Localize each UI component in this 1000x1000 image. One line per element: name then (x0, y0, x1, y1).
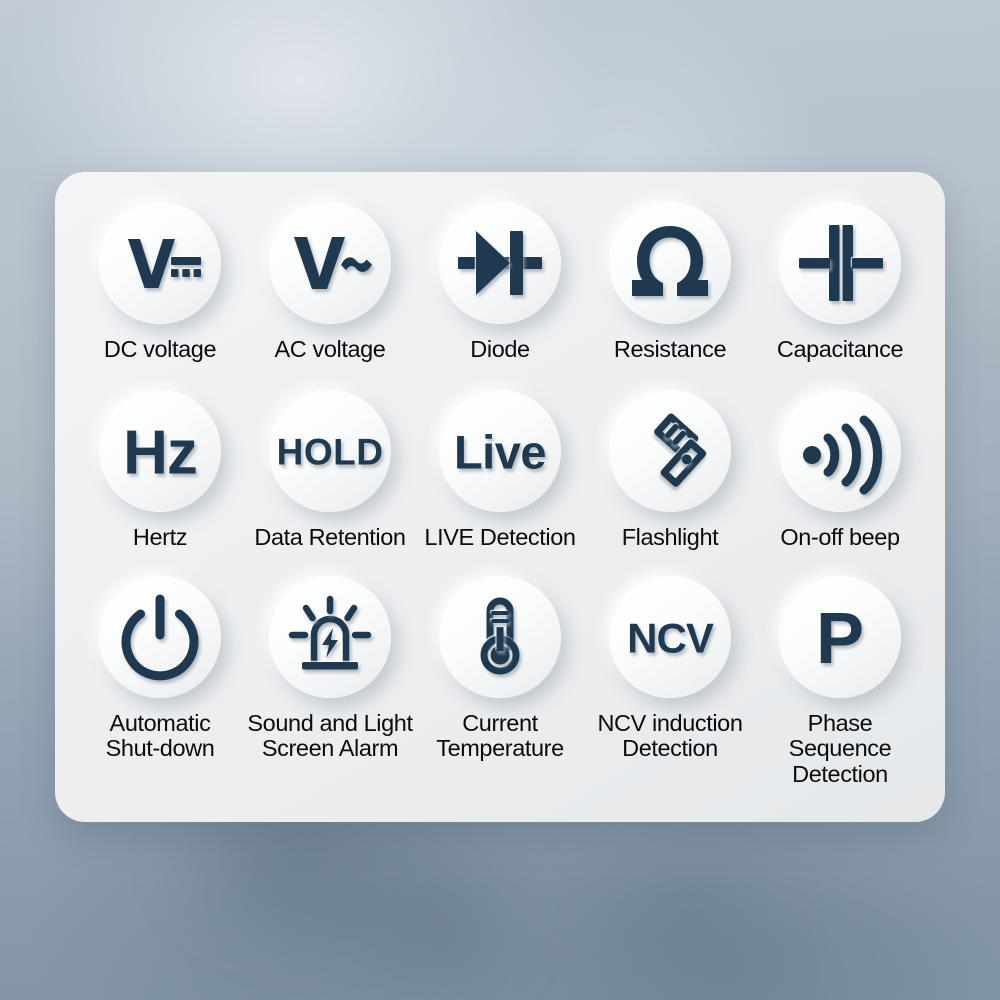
resistance-icon (632, 226, 708, 296)
svg-text:Hz: Hz (123, 419, 197, 488)
feature-sound-light-alarm[interactable]: Sound and Light Screen Alarm (245, 576, 415, 761)
dc-voltage-icon-disc[interactable] (99, 202, 221, 324)
alarm-siren-icon-disc[interactable] (269, 576, 391, 699)
feature-label: Phase Sequence Detection (788, 710, 892, 787)
diode-icon (458, 231, 542, 295)
phase-icon: P (816, 599, 864, 679)
feature-label: Sound and Light Screen Alarm (247, 710, 413, 762)
flashlight-icon-disc[interactable] (609, 390, 731, 513)
feature-automatic-shutdown[interactable]: Automatic Shut-down (75, 576, 245, 761)
phase-icon-disc[interactable]: P (779, 576, 901, 699)
power-icon (121, 594, 199, 681)
feature-row: Hz Hertz HOLD Data Retention Live LIVE D… (75, 390, 925, 550)
ac-voltage-icon (294, 237, 372, 289)
sound-wave-icon-disc[interactable] (779, 390, 901, 513)
ac-voltage-icon-disc[interactable] (269, 202, 391, 324)
feature-row: DC voltage AC voltage Diode Resistance C… (75, 202, 925, 362)
feature-ncv-induction[interactable]: NCV NCV induction Detection (585, 576, 755, 761)
feature-row: Automatic Shut-down Sound and Light Scre… (75, 576, 925, 786)
power-icon-disc[interactable] (99, 576, 221, 699)
feature-label: Resistance (613, 336, 727, 362)
feature-label: LIVE Detection (424, 524, 576, 551)
hold-icon: HOLD (277, 432, 383, 473)
feature-label: NCV induction Detection (597, 710, 743, 762)
svg-text:HOLD: HOLD (277, 432, 384, 473)
capacitance-icon (799, 225, 883, 301)
feature-current-temperature[interactable]: Current Temperature (415, 576, 585, 761)
live-icon: Live (454, 426, 547, 479)
thermometer-icon-disc[interactable] (439, 576, 561, 699)
feature-on-off-beep[interactable]: On-off beep (755, 390, 925, 550)
capacitance-icon-disc[interactable] (779, 202, 901, 324)
hold-icon-disc[interactable]: HOLD (269, 390, 391, 513)
hertz-icon: Hz (123, 419, 198, 488)
feature-ac-voltage[interactable]: AC voltage (245, 202, 415, 362)
feature-dc-voltage[interactable]: DC voltage (75, 202, 245, 362)
feature-label: AC voltage (274, 336, 386, 362)
feature-label: Capacitance (776, 336, 904, 362)
alarm-siren-icon (288, 596, 372, 670)
feature-data-retention[interactable]: HOLD Data Retention (245, 390, 415, 550)
feature-label: Automatic Shut-down (105, 710, 215, 762)
feature-phase-sequence[interactable]: P Phase Sequence Detection (755, 576, 925, 786)
feature-hertz[interactable]: Hz Hertz (75, 390, 245, 550)
feature-capacitance[interactable]: Capacitance (755, 202, 925, 362)
ncv-icon: NCV (627, 615, 715, 662)
feature-label: DC voltage (103, 336, 217, 362)
thermometer-icon (480, 597, 520, 675)
svg-text:Live: Live (454, 426, 546, 479)
feature-label: Hertz (132, 524, 188, 551)
svg-text:NCV: NCV (627, 615, 714, 662)
hertz-icon-disc[interactable]: Hz (99, 390, 221, 513)
feature-diode[interactable]: Diode (415, 202, 585, 362)
feature-label: Current Temperature (436, 710, 564, 762)
feature-label: On-off beep (780, 524, 900, 551)
live-icon-disc[interactable]: Live (439, 390, 561, 513)
feature-live-detection[interactable]: Live LIVE Detection (415, 390, 585, 550)
flashlight-icon (654, 413, 707, 487)
ncv-icon-disc[interactable]: NCV (609, 576, 731, 699)
svg-text:P: P (816, 599, 864, 679)
feature-label: Diode (470, 336, 530, 362)
resistance-icon-disc[interactable] (609, 202, 731, 324)
feature-label: Flashlight (621, 524, 719, 551)
diode-icon-disc[interactable] (439, 202, 561, 324)
feature-label: Data Retention (254, 524, 406, 551)
feature-flashlight[interactable]: Flashlight (585, 390, 755, 550)
features-panel: DC voltage AC voltage Diode Resistance C… (55, 172, 945, 822)
dc-voltage-icon (128, 239, 201, 288)
feature-resistance[interactable]: Resistance (585, 202, 755, 362)
sound-wave-icon (803, 415, 882, 495)
